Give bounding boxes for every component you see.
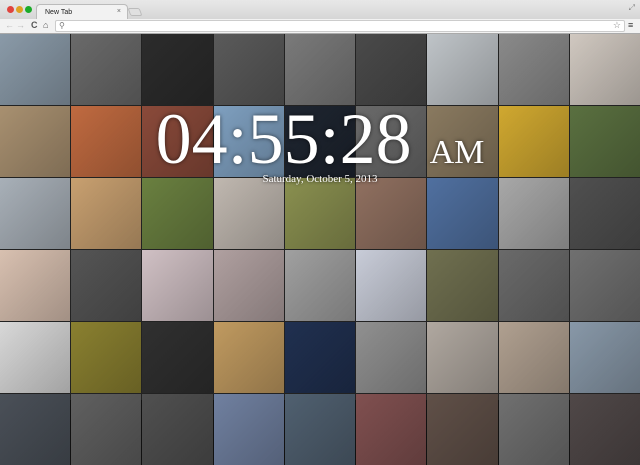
minimize-window-button[interactable] <box>16 6 23 13</box>
photo-tile[interactable] <box>498 394 569 465</box>
back-button[interactable]: ← <box>5 20 14 30</box>
menu-icon[interactable]: ≡ <box>628 20 633 30</box>
photo-tile[interactable] <box>569 394 640 465</box>
photo-tile[interactable] <box>0 250 71 321</box>
photo-tile[interactable] <box>284 34 356 105</box>
tab-close-icon[interactable]: × <box>117 8 121 15</box>
address-bar[interactable]: ⚲ ☆ <box>55 20 625 32</box>
photo-tile[interactable] <box>356 34 427 105</box>
photo-tile[interactable] <box>284 250 356 321</box>
photo-tile[interactable] <box>142 250 213 321</box>
clock-ampm: AM <box>429 134 485 171</box>
zoom-window-button[interactable] <box>25 6 32 13</box>
title-bar: New Tab × ⤢ <box>0 0 640 20</box>
toolbar: ← → C ⌂ ⚲ ☆ ≡ <box>0 19 640 34</box>
photo-tile[interactable] <box>356 322 427 393</box>
photo-tile[interactable] <box>0 394 71 465</box>
photo-tile[interactable] <box>498 322 569 393</box>
photo-tile[interactable] <box>0 34 71 105</box>
tab-title: New Tab <box>45 9 73 16</box>
reload-button[interactable]: C <box>31 20 38 30</box>
photo-grid <box>0 34 640 465</box>
tab-new-tab[interactable]: New Tab × <box>36 4 128 20</box>
clock-time: 04:55:28 <box>155 99 412 179</box>
photo-tile[interactable] <box>569 250 640 321</box>
photo-tile[interactable] <box>71 34 142 105</box>
bookmark-star-icon[interactable]: ☆ <box>613 20 621 31</box>
photo-tile[interactable] <box>356 394 427 465</box>
photo-tile[interactable] <box>213 250 284 321</box>
photo-tile[interactable] <box>427 34 498 105</box>
photo-tile[interactable] <box>213 322 284 393</box>
photo-tile[interactable] <box>569 322 640 393</box>
fullscreen-icon[interactable]: ⤢ <box>629 3 635 13</box>
photo-tile[interactable] <box>427 394 498 465</box>
photo-tile[interactable] <box>142 322 213 393</box>
photo-tile[interactable] <box>71 394 142 465</box>
photo-tile[interactable] <box>142 394 213 465</box>
photo-tile[interactable] <box>427 322 498 393</box>
photo-tile[interactable] <box>213 394 284 465</box>
photo-tile[interactable] <box>356 250 427 321</box>
photo-tile[interactable] <box>0 322 71 393</box>
photo-tile[interactable] <box>498 34 569 105</box>
clock-date: Saturday, October 5, 2013 <box>262 173 378 185</box>
photo-tile[interactable] <box>71 322 142 393</box>
new-tab-button[interactable] <box>127 8 143 16</box>
photo-tile[interactable] <box>569 34 640 105</box>
photo-tile[interactable] <box>142 34 213 105</box>
photo-tile[interactable] <box>213 34 284 105</box>
close-window-button[interactable] <box>7 6 14 13</box>
search-icon: ⚲ <box>59 21 65 30</box>
photo-tile[interactable] <box>284 322 356 393</box>
home-button[interactable]: ⌂ <box>43 20 48 30</box>
photo-tile[interactable] <box>284 394 356 465</box>
forward-button[interactable]: → <box>16 20 25 30</box>
photo-tile[interactable] <box>427 250 498 321</box>
photo-tile[interactable] <box>71 250 142 321</box>
photo-tile[interactable] <box>498 250 569 321</box>
